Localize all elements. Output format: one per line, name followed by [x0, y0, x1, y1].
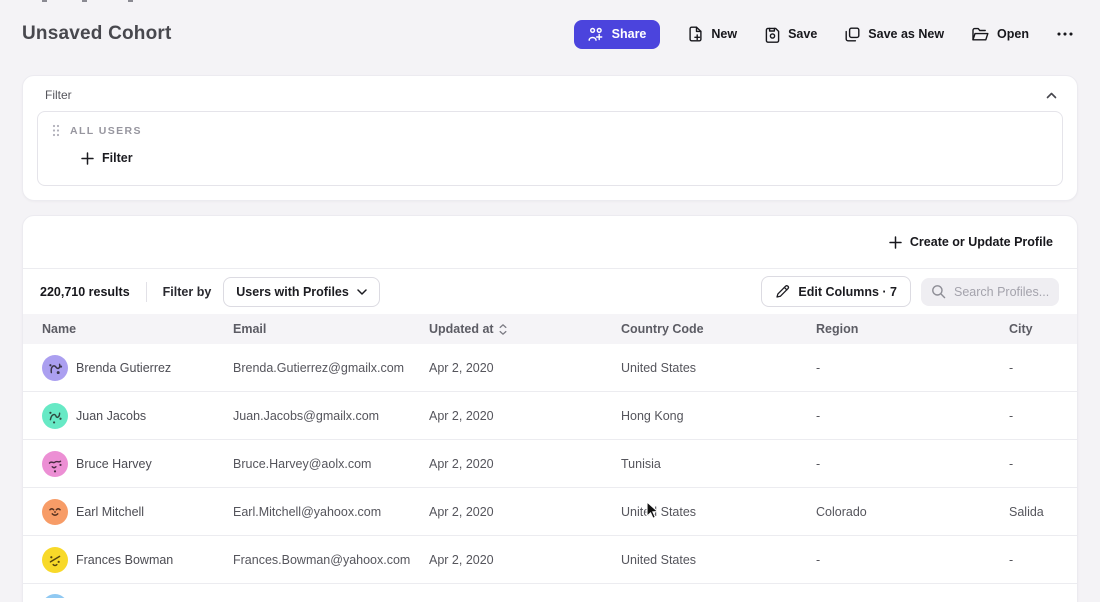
search-profiles-box [921, 278, 1059, 306]
new-button-label: New [711, 27, 737, 41]
new-file-icon [687, 25, 704, 43]
country-code-cell: United States [621, 553, 816, 567]
column-header-city[interactable]: City [1009, 322, 1077, 336]
create-or-update-profile-button[interactable]: Create or Update Profile [889, 235, 1053, 249]
avatar [42, 355, 68, 381]
save-icon [764, 26, 781, 43]
drag-handle-icon[interactable] [52, 124, 60, 137]
edit-columns-button[interactable]: Edit Columns · 7 [761, 276, 911, 307]
share-button[interactable]: Share [574, 20, 661, 49]
country-code-cell: United States [621, 505, 816, 519]
filter-panel-title: Filter [45, 88, 72, 102]
new-button[interactable]: New [687, 25, 737, 43]
country-code-cell: Hong Kong [621, 409, 816, 423]
avatar [42, 594, 68, 598]
search-profiles-input[interactable] [954, 285, 1049, 299]
city-cell: - [1009, 457, 1077, 471]
profile-type-dropdown[interactable]: Users with Profiles [223, 277, 380, 307]
email-cell: Earl.Mitchell@yahoox.com [233, 505, 429, 519]
divider [146, 282, 147, 302]
region-cell: Colorado [816, 505, 1009, 519]
updated-at-cell: Apr 2, 2020 [429, 361, 621, 375]
table-row[interactable]: Earl Mitchell Earl.Mitchell@yahoox.com A… [23, 488, 1077, 536]
share-button-label: Share [612, 27, 647, 41]
collapse-filter-button[interactable] [1042, 90, 1061, 101]
header-actions: Share New Save [574, 20, 1074, 49]
save-as-new-button[interactable]: Save as New [844, 26, 944, 43]
city-cell: - [1009, 553, 1077, 567]
name-cell: Frances Bowman [42, 547, 233, 573]
updated-at-cell: Apr 2, 2020 [429, 505, 621, 519]
column-header-email[interactable]: Email [233, 322, 429, 336]
open-button[interactable]: Open [971, 26, 1029, 43]
share-users-icon [588, 27, 605, 42]
filter-panel: Filter ALL USERS [22, 75, 1078, 201]
city-cell: - [1009, 361, 1077, 375]
profile-type-selected: Users with Profiles [236, 285, 349, 299]
region-cell: - [816, 553, 1009, 567]
avatar [42, 451, 68, 477]
more-options-button[interactable] [1056, 31, 1074, 37]
avatar [42, 547, 68, 573]
updated-at-cell: Apr 2, 2020 [429, 553, 621, 567]
page-title: Unsaved Cohort [22, 23, 172, 45]
create-or-update-profile-label: Create or Update Profile [910, 235, 1053, 249]
column-header-country-code[interactable]: Country Code [621, 322, 816, 336]
region-cell: - [816, 457, 1009, 471]
add-filter-button[interactable]: Filter [81, 151, 133, 165]
email-cell: Juan.Jacobs@gmailx.com [233, 409, 429, 423]
results-count: 220,710 results [40, 285, 130, 299]
edit-columns-label: Edit Columns · 7 [798, 285, 897, 299]
search-icon [931, 284, 946, 299]
chevron-up-icon [1046, 92, 1057, 99]
region-cell: - [816, 361, 1009, 375]
filter-by-label: Filter by [163, 285, 212, 299]
results-panel: Create or Update Profile 220,710 results… [22, 215, 1078, 602]
column-header-name[interactable]: Name [42, 322, 233, 336]
email-cell: Brenda.Gutierrez@gmailx.com [233, 361, 429, 375]
updated-at-cell: Apr 2, 2020 [429, 457, 621, 471]
table-row[interactable]: Frances Bowman Frances.Bowman@yahoox.com… [23, 536, 1077, 584]
city-cell: - [1009, 409, 1077, 423]
open-folder-icon [971, 26, 990, 43]
save-as-new-icon [844, 26, 861, 43]
name-cell: Brenda Gutierrez [42, 355, 233, 381]
name-cell: Bruce Harvey [42, 451, 233, 477]
plus-icon [81, 152, 94, 165]
table-row[interactable]: Juan Jacobs Juan.Jacobs@gmailx.com Apr 2… [23, 392, 1077, 440]
save-button-label: Save [788, 27, 817, 41]
name-cell: Earl Mitchell [42, 499, 233, 525]
page-header: Unsaved Cohort Share New [0, 0, 1100, 62]
table-row[interactable]: Bruce Harvey Bruce.Harvey@aolx.com Apr 2… [23, 440, 1077, 488]
email-cell: Frances.Bowman@yahoox.com [233, 553, 429, 567]
column-header-updated-at[interactable]: Updated at [429, 322, 621, 336]
column-header-region[interactable]: Region [816, 322, 1009, 336]
country-code-cell: Tunisia [621, 457, 816, 471]
open-button-label: Open [997, 27, 1029, 41]
chevron-down-icon [357, 289, 367, 295]
email-cell: Bruce.Harvey@aolx.com [233, 457, 429, 471]
more-options-icon [1056, 31, 1074, 37]
avatar [42, 403, 68, 429]
country-code-cell: United States [621, 361, 816, 375]
all-users-label: ALL USERS [70, 125, 142, 137]
pencil-icon [775, 284, 790, 299]
plus-icon [889, 236, 902, 249]
updated-at-cell: Apr 2, 2020 [429, 409, 621, 423]
filter-group-card: ALL USERS Filter [37, 111, 1063, 186]
add-filter-label: Filter [102, 151, 133, 165]
table-row-partial[interactable] [23, 584, 1077, 598]
table-header-row: Name Email Updated at Country Code Regio… [23, 314, 1077, 344]
name-cell: Juan Jacobs [42, 403, 233, 429]
save-button[interactable]: Save [764, 26, 817, 43]
city-cell: Salida [1009, 505, 1077, 519]
save-as-new-button-label: Save as New [868, 27, 944, 41]
table-row[interactable]: Brenda Gutierrez Brenda.Gutierrez@gmailx… [23, 344, 1077, 392]
results-toolbar: 220,710 results Filter by Users with Pro… [23, 269, 1077, 314]
region-cell: - [816, 409, 1009, 423]
sort-icon [499, 324, 507, 335]
avatar [42, 499, 68, 525]
